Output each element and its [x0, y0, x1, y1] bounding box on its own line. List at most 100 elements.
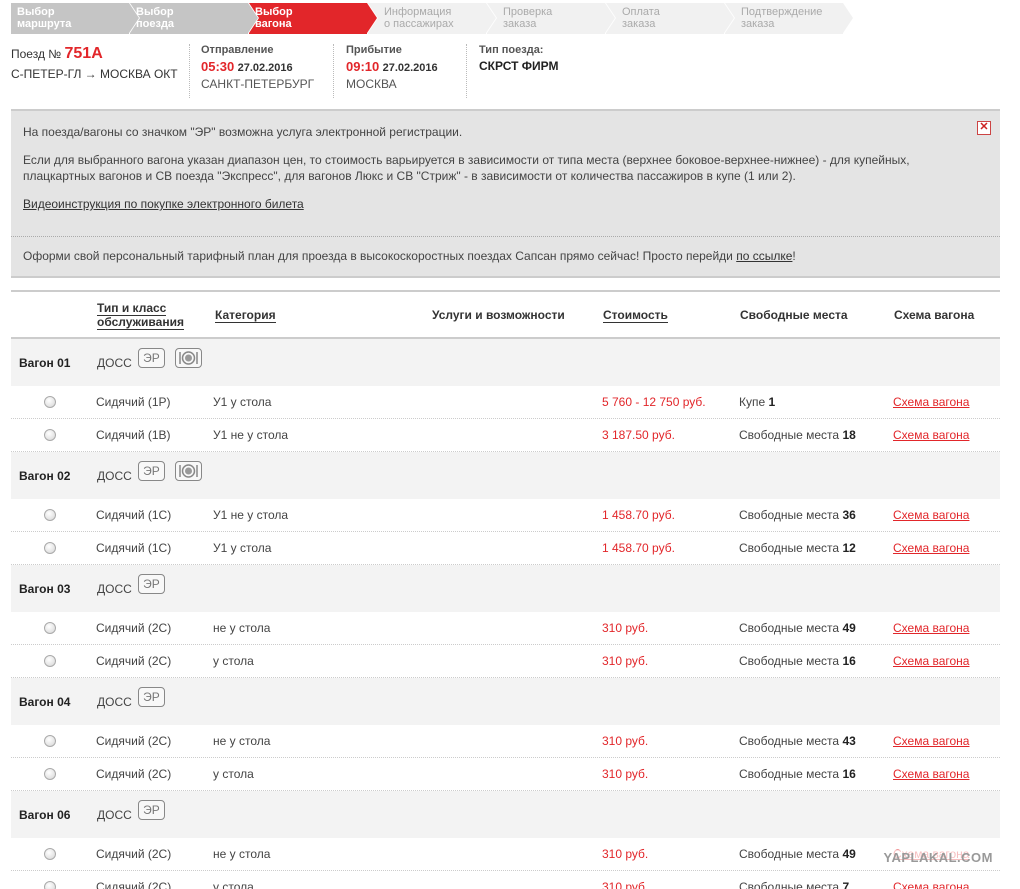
- free-seats: Свободные места 43: [739, 734, 856, 748]
- free-seats: Свободные места 18: [739, 428, 856, 442]
- seat-radio[interactable]: [44, 509, 56, 521]
- train-summary: Поезд № 751А С-ПЕТЕР-ГЛ → МОСКВА ОКТ: [11, 44, 191, 98]
- step-check: Проверка заказа: [487, 3, 616, 34]
- seat-type: Сидячий (2С): [96, 767, 172, 781]
- free-seats: Свободные места 36: [739, 508, 856, 522]
- seat-category: у стола: [213, 654, 254, 668]
- step-label: о пассажирах: [384, 18, 454, 30]
- arrival-label: Прибытие: [346, 44, 402, 56]
- seat-radio[interactable]: [44, 542, 56, 554]
- step-label: заказа: [741, 18, 775, 30]
- car-header-row: Вагон 02 ДОСС ЭР: [11, 452, 1000, 499]
- step-label: поезда: [136, 18, 175, 30]
- seat-price: 5 760 - 12 750 руб.: [602, 395, 706, 409]
- car-number: Вагон 02: [19, 469, 71, 483]
- seat-type: Сидячий (2С): [96, 847, 172, 861]
- seat-type: Сидячий (2С): [96, 621, 172, 635]
- car-scheme-link[interactable]: Схема вагона: [893, 767, 969, 781]
- step-train[interactable]: Выбор поезда: [130, 3, 259, 34]
- seat-category: не у стола: [213, 734, 271, 748]
- free-seats: Свободные места 16: [739, 654, 856, 668]
- car-header-row: Вагон 03 ДОСС ЭР: [11, 565, 1000, 612]
- close-icon[interactable]: ✕: [977, 121, 991, 135]
- seat-radio[interactable]: [44, 768, 56, 780]
- seat-category: не у стола: [213, 621, 271, 635]
- departure-time: 05:30: [201, 59, 235, 74]
- car-class: ДОСС: [97, 582, 132, 596]
- seat-option-row[interactable]: Сидячий (2С) не у стола 310 руб. Свободные …: [11, 612, 1000, 645]
- seat-category: у стола: [213, 767, 254, 781]
- step-route[interactable]: Выбор маршрута: [11, 3, 140, 34]
- step-passengers: Информация о пассажирах: [368, 3, 497, 34]
- meal-service-icon: [175, 461, 202, 481]
- sapsan-promo-text: Оформи свой персональный тарифный план д…: [23, 249, 733, 263]
- free-seats: Свободные места 16: [739, 767, 856, 781]
- er-notice-text: На поезда/вагоны со значком "ЭР" возможн…: [23, 125, 463, 139]
- seat-price: 3 187.50 руб.: [602, 428, 675, 442]
- step-label: маршрута: [17, 18, 72, 30]
- video-instruction-link[interactable]: Видеоинструкция по покупке электронного …: [23, 197, 304, 211]
- seat-price: 310 руб.: [602, 847, 649, 861]
- car-class: ДОСС: [97, 356, 132, 370]
- seat-option-row[interactable]: Сидячий (2С) у стола 310 руб. Свободные мес…: [11, 871, 1000, 889]
- step-label: заказа: [622, 18, 656, 30]
- seat-radio[interactable]: [44, 622, 56, 634]
- car-scheme-link[interactable]: Схема вагона: [893, 395, 969, 409]
- departure-label: Отправление: [201, 44, 274, 56]
- col-type-class[interactable]: Тип и класс обслуживания: [97, 301, 184, 330]
- seat-radio[interactable]: [44, 881, 56, 889]
- train-number-prefix: Поезд №: [11, 47, 62, 61]
- step-label: Выбор: [255, 6, 293, 18]
- seat-radio[interactable]: [44, 429, 56, 441]
- step-label: Информация: [384, 6, 452, 18]
- car-list: Вагон 01 ДОСС ЭР Сидячий (1Р) У1 у стола 5 76…: [11, 339, 1000, 889]
- seat-radio[interactable]: [44, 655, 56, 667]
- train-type-block: Тип поезда: СКРСТ ФИРМ: [479, 44, 599, 98]
- car-scheme-link[interactable]: Схема вагона: [893, 621, 969, 635]
- seat-option-row[interactable]: Сидячий (1Р) У1 у стола 5 760 - 12 750 руб…: [11, 386, 1000, 419]
- price-range-notice-line2: плацкартных вагонов и СВ поезда "Экспрес…: [23, 169, 796, 183]
- route-arrow-icon: →: [84, 67, 97, 81]
- seat-type: Сидячий (2С): [96, 734, 172, 748]
- seat-option-row[interactable]: Сидячий (2С) не у стола 310 руб. Свободные …: [11, 725, 1000, 758]
- seat-option-row[interactable]: Сидячий (1В) У1 не у стола 3 187.50 руб. Св…: [11, 419, 1000, 452]
- seat-category: У1 не у стола: [213, 428, 289, 442]
- car-header-row: Вагон 01 ДОСС ЭР: [11, 339, 1000, 386]
- car-scheme-link[interactable]: Схема вагона: [893, 428, 969, 442]
- step-label: Проверка: [503, 6, 553, 18]
- sapsan-promo-link[interactable]: по ссылке: [736, 249, 792, 263]
- car-number: Вагон 06: [19, 808, 71, 822]
- arrival-city: МОСКВА: [346, 77, 397, 91]
- departure-city: САНКТ-ПЕТЕРБУРГ: [201, 77, 315, 91]
- car-class: ДОСС: [97, 808, 132, 822]
- seat-radio[interactable]: [44, 396, 56, 408]
- car-scheme-link[interactable]: Схема вагона: [893, 654, 969, 668]
- car-scheme-link[interactable]: Схема вагона: [893, 541, 969, 555]
- seat-option-row[interactable]: Сидячий (2С) у стола 310 руб. Свободные мес…: [11, 645, 1000, 678]
- car-scheme-link[interactable]: Схема вагона: [893, 880, 969, 889]
- col-price[interactable]: Стоимость: [603, 308, 668, 323]
- step-label: Выбор: [136, 6, 174, 18]
- seat-option-row[interactable]: Сидячий (2С) у стола 310 руб. Свободные мес…: [11, 758, 1000, 791]
- car-number: Вагон 01: [19, 356, 71, 370]
- arrival-date: 27.02.2016: [382, 62, 438, 74]
- car-scheme-link[interactable]: Схема вагона: [893, 508, 969, 522]
- departure-block: Отправление 05:30 27.02.2016 САНКТ-ПЕТЕР…: [201, 44, 341, 98]
- free-seats: Свободные места 12: [739, 541, 856, 555]
- free-seats: Свободные места 7: [739, 880, 850, 889]
- route-from: С-ПЕТЕР-ГЛ: [11, 67, 82, 81]
- col-category[interactable]: Категория: [215, 308, 276, 323]
- er-badge-icon: ЭР: [138, 800, 165, 820]
- seat-option-row[interactable]: Сидячий (1С) У1 не у стола 1 458.70 руб. Св…: [11, 499, 1000, 532]
- seat-price: 310 руб.: [602, 880, 649, 889]
- seat-option-row[interactable]: Сидячий (1С) У1 у стола 1 458.70 руб. Свобо…: [11, 532, 1000, 565]
- seat-radio[interactable]: [44, 735, 56, 747]
- seat-type: Сидячий (2С): [96, 654, 172, 668]
- seat-category: У1 у стола: [213, 395, 272, 409]
- departure-date: 27.02.2016: [237, 62, 293, 74]
- seat-type: Сидячий (1В): [96, 428, 171, 442]
- route-to: МОСКВА ОКТ: [100, 67, 178, 81]
- seat-radio[interactable]: [44, 848, 56, 860]
- car-scheme-link[interactable]: Схема вагона: [893, 734, 969, 748]
- seat-option-row[interactable]: Сидячий (2С) не у стола 310 руб. Свободные …: [11, 838, 1000, 871]
